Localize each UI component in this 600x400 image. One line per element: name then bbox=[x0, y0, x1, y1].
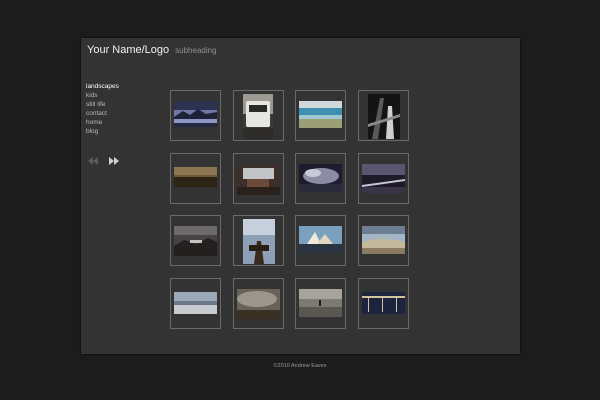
photo-image bbox=[299, 289, 342, 317]
nav-item-home[interactable]: home bbox=[86, 118, 119, 127]
pager bbox=[87, 152, 121, 165]
photo-image bbox=[362, 226, 405, 254]
nav-item-blog[interactable]: blog bbox=[86, 127, 119, 136]
thumbnail-dunes[interactable] bbox=[358, 215, 409, 266]
thumbnail-mountain-lake[interactable] bbox=[170, 90, 221, 141]
photo-image bbox=[243, 219, 275, 264]
thumbnail-caravan[interactable] bbox=[233, 90, 284, 141]
thumbnail-flat-shore[interactable] bbox=[170, 278, 221, 329]
site-logo[interactable]: Your Name/Logo subheading bbox=[87, 44, 217, 56]
photo-image bbox=[299, 164, 342, 192]
double-chevron-left-icon[interactable] bbox=[87, 152, 99, 165]
subheading: subheading bbox=[175, 46, 217, 55]
thumbnail-fence-field[interactable] bbox=[358, 153, 409, 204]
photo-image bbox=[243, 94, 273, 139]
thumbnail-figure-beach[interactable] bbox=[295, 278, 346, 329]
thumbnail-sunset-horizon[interactable] bbox=[170, 153, 221, 204]
nav-item-kids[interactable]: kids bbox=[86, 91, 119, 100]
photo-image bbox=[237, 289, 280, 319]
thumbnail-beach-sea[interactable] bbox=[295, 90, 346, 141]
photo-image bbox=[362, 164, 405, 193]
photo-image bbox=[368, 94, 400, 139]
thumbnail-jetty[interactable] bbox=[233, 215, 284, 266]
thumbnail-room-table[interactable] bbox=[233, 153, 284, 204]
logo-text[interactable]: Your Name/Logo bbox=[87, 44, 169, 56]
thumbnail-cloudy-field[interactable] bbox=[233, 278, 284, 329]
nav-item-landscapes[interactable]: landscapes bbox=[86, 82, 119, 91]
thumbnail-tents-ice[interactable] bbox=[295, 215, 346, 266]
photo-image bbox=[174, 101, 217, 127]
thumbnail-railing-dusk[interactable] bbox=[358, 278, 409, 329]
photo-image bbox=[237, 165, 280, 195]
double-chevron-right-icon[interactable] bbox=[108, 152, 120, 165]
thumbnail-storm-clouds[interactable] bbox=[295, 153, 346, 204]
footer-copyright: ©2010 Andrew Eaves bbox=[273, 363, 327, 369]
photo-image bbox=[299, 226, 342, 253]
main-panel: Your Name/Logo subheading landscapes kids… bbox=[81, 38, 520, 354]
photo-image bbox=[174, 292, 217, 314]
photo-image bbox=[174, 226, 217, 256]
category-nav: landscapes kids still life contact home … bbox=[86, 82, 119, 136]
photo-image bbox=[174, 167, 217, 187]
photo-image bbox=[362, 292, 405, 314]
nav-item-contact[interactable]: contact bbox=[86, 109, 119, 118]
nav-item-still-life[interactable]: still life bbox=[86, 100, 119, 109]
thumbnail-pier-posts[interactable] bbox=[358, 90, 409, 141]
thumbnail-rocky-shore[interactable] bbox=[170, 215, 221, 266]
photo-image bbox=[299, 101, 342, 128]
